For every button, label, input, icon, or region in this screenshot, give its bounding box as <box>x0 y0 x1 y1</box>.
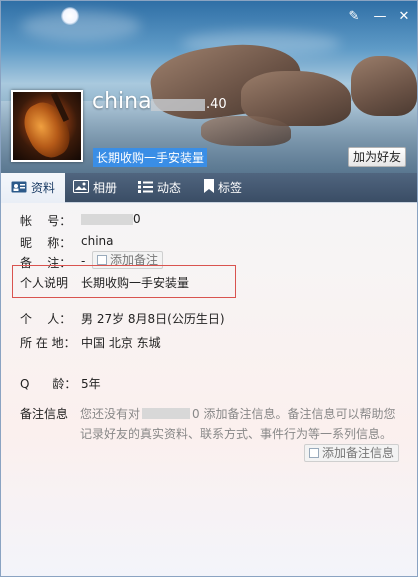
add-remark-info-button[interactable]: 添加备注信息 <box>304 444 400 462</box>
add-remark-info-label: 添加备注信息 <box>322 446 395 460</box>
profile-window: ✎ — ✕ china .40 长期收购一手安装量 加为好友 资料 相册 动态 <box>0 0 418 577</box>
account-number-redacted <box>81 214 133 225</box>
remark-info-label: 备注信息 <box>20 407 69 421</box>
tab-tags[interactable]: 标签 <box>204 173 264 203</box>
location-label: 所 在 地： <box>20 336 76 350</box>
tab-bar: 资料 相册 动态 标签 <box>1 173 417 203</box>
moon-decoration <box>61 7 79 25</box>
tab-album[interactable]: 相册 <box>73 173 133 203</box>
tab-feed-label: 动态 <box>157 181 182 195</box>
feed-list-icon <box>138 174 153 204</box>
account-tail: 0 <box>133 212 141 226</box>
person-label: 个 人： <box>20 312 72 326</box>
qage-value: 5年 <box>81 377 101 391</box>
nickname-value: china <box>81 234 114 248</box>
nickname-title: china <box>92 89 152 114</box>
location-value: 中国 北京 东城 <box>81 336 161 350</box>
remark-target-redacted <box>142 408 191 419</box>
profile-banner: ✎ — ✕ china .40 长期收购一手安装量 加为好友 <box>1 1 417 173</box>
profile-card-icon <box>11 174 27 204</box>
photo-album-icon <box>73 174 89 204</box>
close-button[interactable]: ✕ <box>395 9 413 25</box>
person-value: 男 27岁 8月8日(公历生日) <box>81 312 225 326</box>
tab-profile[interactable]: 资料 <box>1 173 65 203</box>
qq-number-tail: .40 <box>206 97 227 112</box>
personal-desc-value: 长期收购一手安装量 <box>81 276 190 290</box>
minimize-button[interactable]: — <box>371 9 389 25</box>
avatar[interactable] <box>11 90 83 162</box>
tab-profile-label: 资料 <box>31 181 56 195</box>
tab-album-label: 相册 <box>93 181 118 195</box>
skin-icon[interactable]: ✎ <box>345 9 363 25</box>
remark-info-description: 您还没有对 0 添加备注信息。备注信息可以帮助您记录好友的真实资料、联系方式、事件… <box>80 404 400 444</box>
account-label: 帐 号： <box>20 214 72 228</box>
bookmark-icon <box>204 174 214 204</box>
note-edit-icon <box>97 255 107 265</box>
signature-text[interactable]: 长期收购一手安装量 <box>93 148 208 167</box>
add-friend-button[interactable]: 加为好友 <box>348 147 406 167</box>
tab-feed[interactable]: 动态 <box>138 173 198 203</box>
nickname-label: 昵 称： <box>20 236 72 250</box>
tab-tags-label: 标签 <box>218 181 243 195</box>
personal-desc-label: 个人说明 <box>20 276 69 290</box>
remark-info-prefix: 您还没有对 <box>80 407 141 421</box>
note-edit-icon <box>309 448 319 458</box>
qage-label: Q 龄： <box>20 377 77 391</box>
qq-number-redacted <box>151 99 205 111</box>
